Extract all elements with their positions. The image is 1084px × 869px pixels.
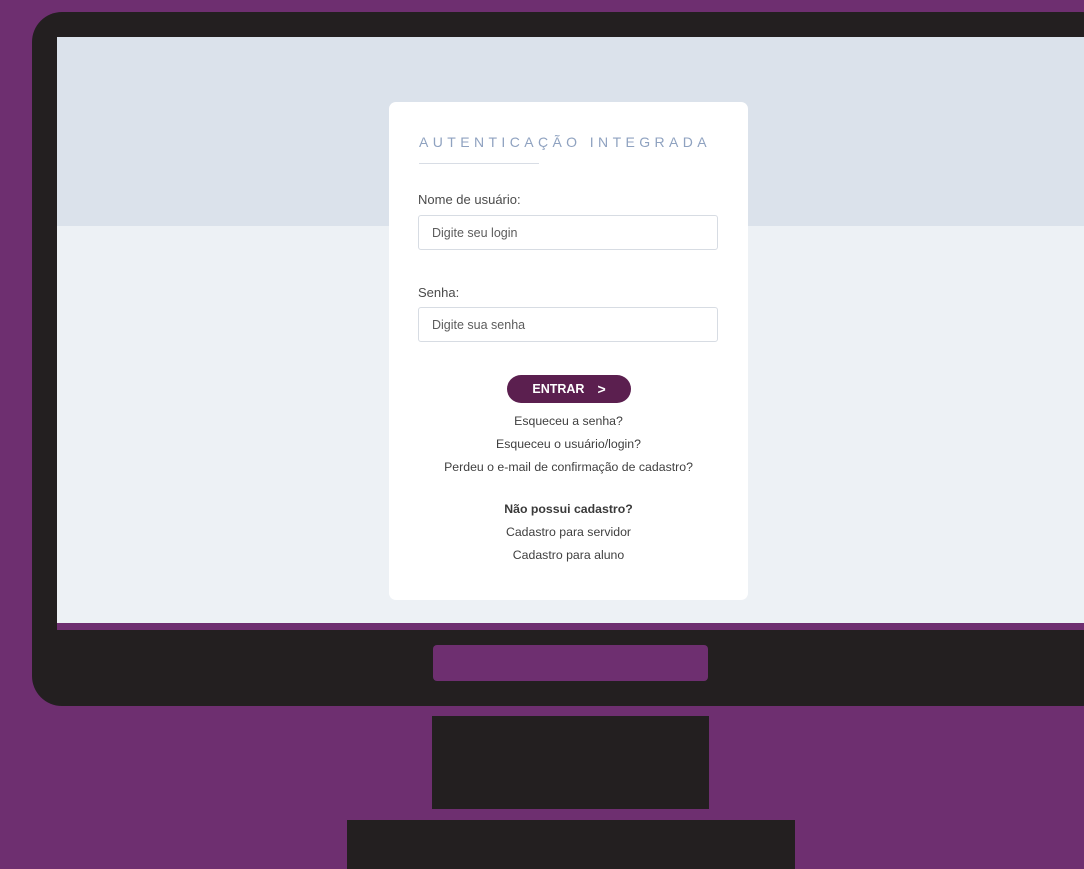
login-title: AUTENTICAÇÃO INTEGRADA xyxy=(419,134,712,150)
password-input[interactable] xyxy=(418,307,718,342)
lost-confirmation-email-link[interactable]: Perdeu o e-mail de confirmação de cadast… xyxy=(389,460,748,474)
title-underline xyxy=(419,163,539,164)
monitor-screen: AUTENTICAÇÃO INTEGRADA Nome de usuário: … xyxy=(57,37,1084,623)
username-input[interactable] xyxy=(418,215,718,250)
password-label: Senha: xyxy=(418,285,460,300)
screen-bottom-edge xyxy=(57,623,1084,630)
username-label: Nome de usuário: xyxy=(418,192,521,207)
no-account-heading: Não possui cadastro? xyxy=(504,502,633,516)
monitor-stand-base xyxy=(347,820,795,869)
enter-button[interactable]: ENTRAR > xyxy=(507,375,631,403)
register-staff-link[interactable]: Cadastro para servidor xyxy=(389,525,748,539)
monitor-logo-plate xyxy=(433,645,708,681)
forgot-username-link[interactable]: Esqueceu o usuário/login? xyxy=(389,437,748,451)
chevron-right-icon: > xyxy=(597,381,606,397)
enter-button-label: ENTRAR xyxy=(532,382,585,396)
forgot-password-link[interactable]: Esqueceu a senha? xyxy=(389,414,748,428)
login-card: AUTENTICAÇÃO INTEGRADA Nome de usuário: … xyxy=(389,102,748,600)
monitor-stand-neck xyxy=(432,716,709,809)
register-student-link[interactable]: Cadastro para aluno xyxy=(389,548,748,562)
